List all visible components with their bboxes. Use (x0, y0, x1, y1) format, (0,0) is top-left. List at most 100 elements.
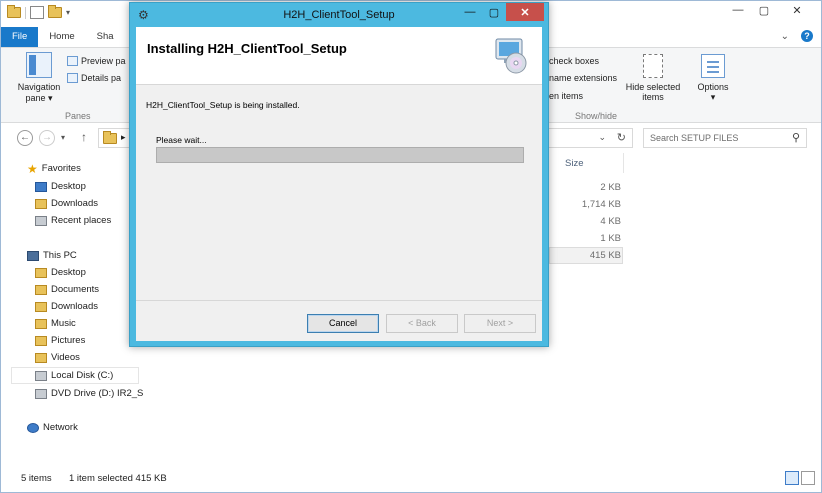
sidebar-item-this-pc[interactable]: This PC (27, 250, 77, 261)
refresh-icon[interactable]: ↻ (617, 131, 626, 144)
details-pane-button[interactable]: Details pa (67, 73, 121, 83)
search-icon: ⚲ (791, 132, 800, 144)
dialog-titlebar[interactable]: ⚙ H2H_ClientTool_Setup — ▢ ✕ (130, 3, 548, 27)
sidebar-label: Videos (51, 352, 80, 363)
sidebar-label: This PC (43, 250, 77, 261)
sidebar-item-videos[interactable]: Videos (35, 352, 80, 363)
close-icon[interactable]: ✕ (506, 3, 544, 21)
close-icon[interactable]: ✕ (777, 1, 817, 19)
properties-icon[interactable] (30, 6, 44, 19)
hidden-items-option[interactable]: en items (549, 91, 583, 101)
sidebar-label: Local Disk (C:) (51, 370, 114, 381)
install-message: H2H_ClientTool_Setup is being installed. (146, 100, 300, 110)
dialog-separator (136, 300, 542, 301)
computer-icon (27, 250, 39, 261)
tab-file[interactable]: File (1, 27, 39, 47)
column-header-size[interactable]: Size (565, 158, 583, 169)
computer-cd-icon (495, 38, 527, 74)
tab-home[interactable]: Home (38, 27, 85, 47)
size-cell: 1,714 KB (581, 199, 621, 210)
help-icon[interactable]: ? (801, 30, 813, 42)
sidebar-label: Pictures (51, 335, 86, 346)
view-switcher (785, 471, 815, 485)
minimize-icon[interactable]: — (458, 3, 482, 21)
new-folder-icon[interactable] (48, 5, 62, 18)
breadcrumb-chevron-icon[interactable]: ▸ (121, 132, 126, 143)
sidebar-item-documents[interactable]: Documents (35, 284, 99, 295)
desktop-icon (35, 181, 47, 192)
sidebar-label: Favorites (41, 163, 81, 174)
large-icons-view-icon[interactable] (801, 471, 815, 485)
sidebar-label: Recent places (51, 215, 112, 226)
expand-ribbon-icon[interactable]: ⌄ (781, 31, 789, 42)
sidebar-item-network[interactable]: Network (27, 422, 78, 433)
sidebar-item-dvd-drive[interactable]: DVD Drive (D:) IR2_S (35, 388, 143, 399)
sidebar-item-local-disk[interactable]: Local Disk (C:) (11, 367, 139, 384)
sidebar-item-pc-downloads[interactable]: Downloads (35, 301, 98, 312)
sidebar-item-pictures[interactable]: Pictures (35, 335, 85, 346)
size-cell: 1 KB (600, 233, 621, 244)
folder-icon (103, 131, 117, 144)
search-placeholder: Search SETUP FILES (650, 133, 739, 143)
network-icon (27, 422, 39, 433)
downloads-folder-icon (35, 301, 47, 312)
hide-selected-items-button[interactable]: Hide selected items (623, 54, 683, 102)
item-check-boxes-option[interactable]: check boxes (549, 56, 599, 66)
hide-selected-label: Hide selected items (625, 82, 681, 102)
folder-icon (7, 5, 21, 18)
next-button[interactable]: Next > (464, 314, 536, 333)
pictures-folder-icon (35, 335, 47, 346)
sidebar-label: Desktop (51, 181, 86, 192)
column-divider[interactable] (623, 153, 624, 173)
sidebar-item-pc-desktop[interactable]: Desktop (35, 267, 86, 278)
navigation-pane-label: Navigation pane (17, 82, 61, 103)
preview-pane-label: Preview pa (81, 56, 126, 66)
dvd-drive-icon (35, 388, 47, 399)
sidebar-item-favorites[interactable]: ★ Favorites (27, 163, 81, 175)
sidebar-label: Music (51, 318, 76, 329)
up-arrow-icon[interactable]: ↑ (81, 130, 87, 144)
navigation-pane: ★ Favorites Desktop Downloads Recent pla… (1, 155, 143, 455)
options-icon (701, 54, 725, 78)
address-dropdown-icon[interactable]: ⌄ (598, 132, 606, 143)
sidebar-label: Documents (51, 284, 100, 295)
minimize-icon[interactable]: — (725, 1, 751, 19)
sidebar-label: Downloads (51, 198, 98, 209)
size-cell: 2 KB (600, 182, 621, 193)
qat-divider (25, 6, 26, 19)
details-pane-label: Details pa (81, 73, 122, 83)
sidebar-item-recent-places[interactable]: Recent places (35, 215, 111, 226)
sidebar-item-downloads[interactable]: Downloads (35, 198, 98, 209)
options-button[interactable]: Options ▾ (693, 54, 733, 102)
cancel-button[interactable]: Cancel (307, 314, 379, 333)
maximize-icon[interactable]: ▢ (751, 1, 777, 19)
size-cell: 4 KB (600, 216, 621, 227)
preview-pane-button[interactable]: Preview pa (67, 56, 126, 66)
setup-dialog: ⚙ H2H_ClientTool_Setup — ▢ ✕ Installing … (129, 2, 549, 347)
sidebar-label: Downloads (51, 301, 98, 312)
qat-dropdown-icon[interactable]: ▾ (66, 8, 70, 17)
dialog-window-controls: — ▢ ✕ (458, 3, 544, 21)
size-cell: 415 KB (589, 250, 621, 261)
navigation-pane-icon (26, 52, 52, 78)
search-input[interactable]: Search SETUP FILES ⚲ (643, 128, 807, 148)
hide-selected-icon (643, 54, 663, 78)
back-button[interactable]: < Back (386, 314, 458, 333)
back-arrow-icon[interactable]: ← (17, 130, 33, 146)
explorer-window-controls: — ▢ ✕ (725, 1, 817, 19)
recent-places-icon (35, 215, 47, 226)
preview-pane-icon (67, 56, 78, 66)
downloads-icon (35, 198, 47, 209)
sidebar-item-desktop[interactable]: Desktop (35, 181, 86, 192)
recent-locations-icon[interactable]: ▾ (61, 133, 65, 142)
item-count: 5 items (21, 473, 52, 484)
maximize-icon[interactable]: ▢ (482, 3, 506, 21)
forward-arrow-icon[interactable]: → (39, 130, 55, 146)
details-view-icon[interactable] (785, 471, 799, 485)
file-name-extensions-option[interactable]: name extensions (549, 73, 617, 83)
music-folder-icon (35, 318, 47, 329)
sidebar-item-music[interactable]: Music (35, 318, 76, 329)
tab-share[interactable]: Sha (86, 27, 125, 47)
videos-folder-icon (35, 352, 47, 363)
navigation-pane-button[interactable]: Navigation pane ▾ (13, 52, 65, 104)
